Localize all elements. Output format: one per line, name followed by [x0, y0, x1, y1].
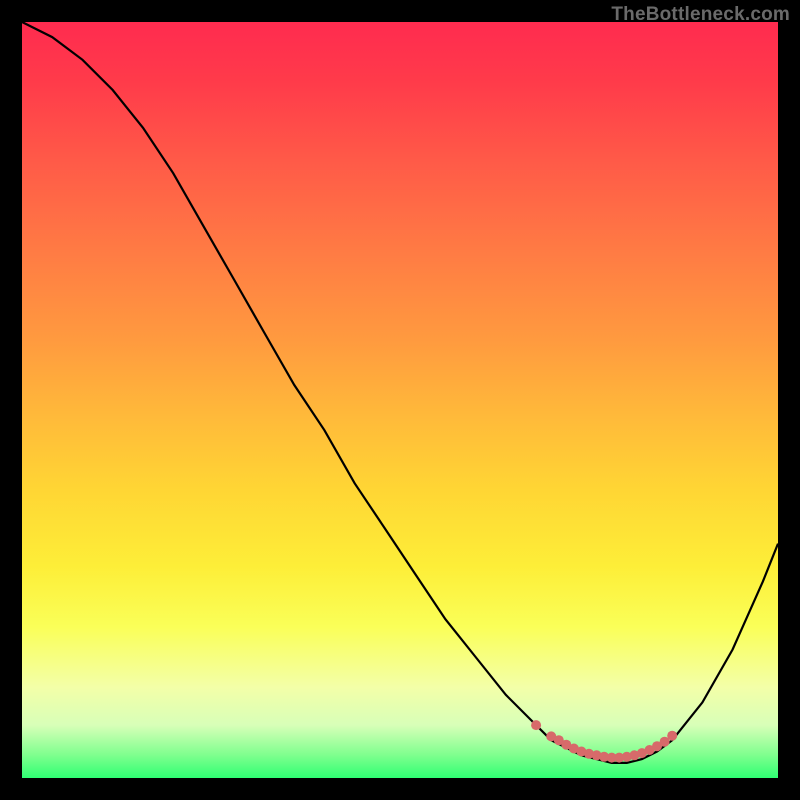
- watermark-text: TheBottleneck.com: [611, 4, 790, 26]
- data-point: [584, 749, 594, 759]
- chart-svg: [22, 22, 778, 778]
- plot-area: [22, 22, 778, 778]
- data-point: [554, 735, 564, 745]
- data-point: [531, 720, 541, 730]
- data-point: [614, 753, 624, 763]
- data-point: [622, 752, 632, 762]
- data-point: [576, 747, 586, 757]
- data-point: [592, 750, 602, 760]
- data-point: [645, 745, 655, 755]
- curve-line: [22, 22, 778, 763]
- data-point: [660, 737, 670, 747]
- data-point: [652, 741, 662, 751]
- data-point: [561, 740, 571, 750]
- data-point: [569, 744, 579, 754]
- data-point: [667, 731, 677, 741]
- chart-container: TheBottleneck.com: [0, 0, 800, 800]
- dots-series: [531, 720, 677, 763]
- data-point: [637, 748, 647, 758]
- data-point: [607, 753, 617, 763]
- data-point: [546, 731, 556, 741]
- data-point: [599, 752, 609, 762]
- data-point: [629, 750, 639, 760]
